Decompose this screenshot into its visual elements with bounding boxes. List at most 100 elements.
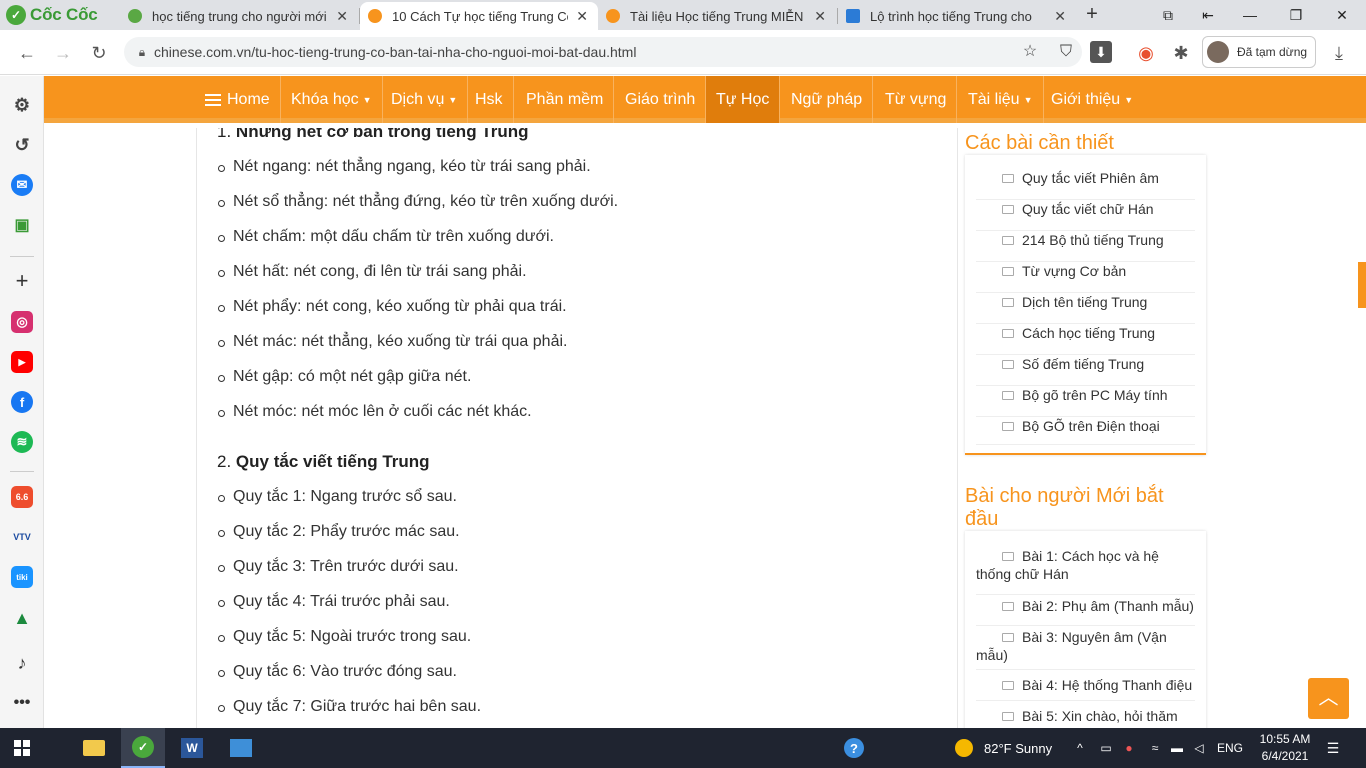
folder-icon (1002, 711, 1014, 721)
shopee-icon[interactable]: 6.6 (11, 486, 33, 508)
scrollbar-thumb[interactable] (1358, 262, 1366, 308)
tab-favicon-icon (368, 9, 382, 23)
game-controller-icon[interactable]: ▣ (11, 214, 33, 236)
tab-close-icon[interactable]: ✕ (334, 8, 350, 25)
sidebar-link-label: Dịch tên tiếng Trung (1022, 294, 1148, 310)
back-to-top-button[interactable]: ︿ (1308, 678, 1349, 719)
browser-tab-4[interactable]: Lộ trình học tiếng Trung cho ✕ (838, 2, 1076, 30)
browser-tab-2-active[interactable]: 10 Cách Tự học tiếng Trung Cơ ✕ (360, 2, 598, 30)
sidebar-link[interactable]: Dịch tên tiếng Trung (976, 293, 1195, 324)
browser-tab-3[interactable]: Tài liệu Học tiếng Trung MIỄN ✕ (598, 2, 836, 30)
back-icon[interactable]: ← (14, 40, 40, 66)
tab-search-icon[interactable]: ⧉ (1152, 3, 1184, 27)
sidebar-link[interactable]: Bài 3: Nguyên âm (Vận mẫu) (976, 626, 1195, 670)
facebook-icon[interactable]: f (11, 391, 33, 413)
profile-paused-button[interactable]: Đã tạm dừng (1202, 36, 1316, 68)
settings-gear-icon[interactable]: ⚙ (11, 94, 33, 116)
youtube-icon[interactable]: ▶ (11, 351, 33, 373)
weather-widget[interactable]: 82°F Sunny (984, 728, 1052, 768)
add-app-icon[interactable]: + (11, 268, 33, 293)
file-explorer-icon[interactable] (72, 728, 116, 768)
instagram-icon[interactable]: ◎ (11, 311, 33, 333)
nav-label: Giáo trình (625, 90, 696, 108)
windows-start-icon[interactable] (0, 728, 44, 768)
more-options-icon[interactable]: ••• (11, 692, 33, 714)
weather-sun-icon[interactable] (952, 728, 976, 768)
spotify-icon[interactable]: ≋ (11, 431, 33, 453)
nav-home[interactable]: Home (195, 76, 281, 123)
help-icon[interactable]: ? (842, 728, 866, 768)
tab-close-icon[interactable]: ✕ (574, 8, 590, 25)
sidebar-link[interactable]: Bộ gõ trên PC Máy tính (976, 386, 1195, 417)
nav-hsk[interactable]: Hsk (465, 76, 514, 123)
sidebar-link-label: Số đếm tiếng Trung (1022, 356, 1145, 372)
sidebar-link[interactable]: Số đếm tiếng Trung (976, 355, 1195, 386)
browser-tab-1[interactable]: học tiếng trung cho người mới ✕ (120, 2, 358, 30)
address-bar[interactable]: 🔒︎ chinese.com.vn/tu-hoc-tieng-trung-co-… (124, 37, 1082, 67)
folder-icon (1002, 297, 1014, 307)
close-window-icon[interactable]: ✕ (1326, 3, 1358, 27)
sidebar-link[interactable]: Bài 4: Hệ thống Thanh điệu (976, 670, 1195, 701)
messenger-icon[interactable]: ✉ (11, 174, 33, 196)
tiki-icon[interactable]: tiki (11, 566, 33, 588)
nav-ngu-phap[interactable]: Ngữ pháp (781, 76, 874, 123)
nav-tai-lieu[interactable]: Tài liệu ▼ (958, 76, 1044, 123)
coccoc-taskbar-icon[interactable]: ✓ (121, 728, 165, 768)
forward-icon[interactable]: → (50, 40, 76, 66)
word-icon[interactable]: W (170, 728, 214, 768)
sidebar-link[interactable]: Bài 5: Xin chào, hỏi thăm (976, 701, 1195, 729)
sidebar-link[interactable]: Bài 2: Phụ âm (Thanh mẫu) (976, 595, 1195, 626)
shield-icon[interactable]: ⛉ (1054, 40, 1078, 64)
new-tab-plus-icon[interactable]: + (1082, 4, 1102, 26)
sidebar-link[interactable]: Bài 1: Cách học và hệ thống chữ Hán (976, 547, 1195, 595)
volume-icon[interactable]: ◁ (1190, 728, 1208, 768)
tray-security-icon[interactable]: ● (1120, 728, 1138, 768)
tab-close-icon[interactable]: ✕ (1052, 8, 1068, 25)
chevron-up-icon: ︿ (1318, 687, 1339, 709)
sidebar-link[interactable]: Quy tắc viết chữ Hán (976, 200, 1195, 231)
folder-icon (1002, 601, 1014, 611)
taskbar-clock[interactable]: 10:55 AM 6/4/2021 (1252, 731, 1318, 765)
graduation-cap-icon[interactable]: ▲ (11, 607, 33, 629)
tray-device-icon[interactable]: ▭ (1098, 728, 1114, 768)
url-text[interactable]: chinese.com.vn/tu-hoc-tieng-trung-co-ban… (154, 44, 636, 60)
nav-label: Khóa học (291, 90, 359, 108)
extensions-puzzle-icon[interactable]: ✱ (1168, 40, 1194, 66)
sidebar-link[interactable]: Từ vựng Cơ bản (976, 262, 1195, 293)
download-savior-icon[interactable]: ⬇ (1090, 41, 1112, 63)
nav-tu-hoc-active[interactable]: Tự Học (706, 76, 781, 123)
coccoc-extension-icon[interactable]: ◉ (1133, 40, 1159, 66)
nav-tu-vung[interactable]: Từ vựng (875, 76, 958, 123)
reload-icon[interactable]: ↻ (86, 40, 112, 66)
vtv-go-icon[interactable]: VTV (11, 526, 33, 548)
wifi-icon[interactable]: ≈ (1146, 728, 1164, 768)
language-indicator[interactable]: ENG (1216, 728, 1244, 768)
nav-dich-vu[interactable]: Dịch vụ ▼ (381, 76, 469, 123)
nav-gioi-thieu[interactable]: Giới thiệu ▼ (1041, 76, 1143, 123)
browser-toolbar: ← → ↻ 🔒︎ chinese.com.vn/tu-hoc-tieng-tru… (0, 30, 1366, 75)
battery-icon[interactable]: ▬ (1168, 728, 1186, 768)
nav-khoa-hoc[interactable]: Khóa học ▼ (281, 76, 383, 123)
notification-bell-icon[interactable]: ♪ (11, 652, 33, 674)
back-arrow-tray-icon[interactable]: ⇤ (1192, 3, 1224, 27)
photos-icon[interactable] (219, 728, 263, 768)
section-number: 1. (217, 128, 232, 141)
browser-brand[interactable]: ✓ Cốc Cốc (6, 3, 98, 27)
nav-giao-trinh[interactable]: Giáo trình (615, 76, 707, 123)
sidebar-link[interactable]: Bộ GÕ trên Điện thoại (976, 417, 1195, 445)
sidebar-link[interactable]: Cách học tiếng Trung (976, 324, 1195, 355)
tab-close-icon[interactable]: ✕ (812, 8, 828, 25)
notification-center-icon[interactable]: ☰ (1320, 728, 1346, 768)
history-icon[interactable]: ↺ (11, 134, 33, 156)
minimize-icon[interactable]: — (1234, 3, 1266, 27)
nav-phan-mem[interactable]: Phần mềm (516, 76, 615, 123)
restore-icon[interactable]: ❐ (1280, 3, 1312, 27)
bookmark-star-icon[interactable]: ☆ (1018, 40, 1042, 64)
sidebar-link[interactable]: 214 Bộ thủ tiếng Trung (976, 231, 1195, 262)
tray-chevron-icon[interactable]: ^ (1072, 728, 1088, 768)
list-item: Nét mác: nét thẳng, kéo xuống từ trái qu… (217, 333, 568, 350)
coccoc-logo-icon: ✓ (6, 5, 26, 25)
downloads-icon[interactable]: ⤓ (1326, 40, 1352, 66)
section-number: 2. (217, 452, 232, 471)
sidebar-link[interactable]: Quy tắc viết Phiên âm (976, 169, 1195, 200)
